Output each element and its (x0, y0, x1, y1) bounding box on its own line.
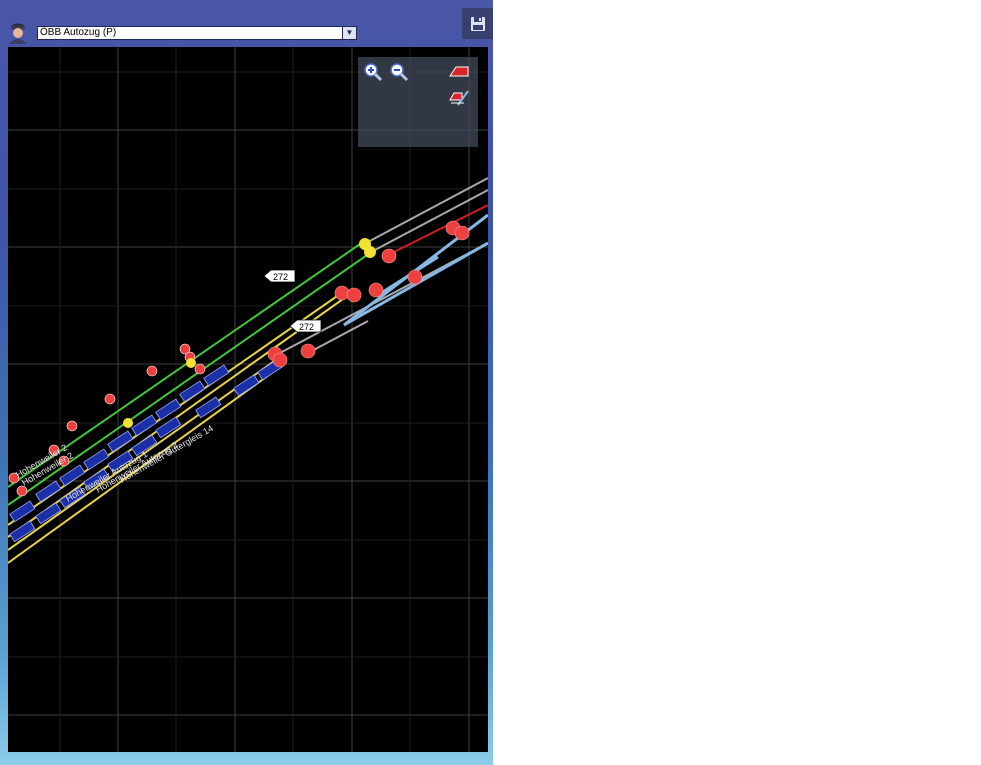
map-toolbar (358, 57, 478, 147)
zoom-in-icon[interactable] (363, 62, 383, 82)
floppy-disk-icon (470, 16, 485, 31)
track-monitor-panel: ÖBB Autozug (P) ▼ 272 272 Hohenweiler 2 … (0, 0, 493, 765)
train-selector-value: ÖBB Autozug (P) (40, 27, 117, 38)
zoom-out-icon[interactable] (389, 62, 409, 82)
train-selector-dropdown[interactable]: ÖBB Autozug (P) ▼ (37, 26, 357, 40)
save-button[interactable] (462, 8, 493, 39)
chevron-down-icon[interactable]: ▼ (342, 27, 356, 39)
track-tool-icon[interactable] (448, 88, 470, 108)
marker-label: 272 (299, 322, 314, 332)
track-map-canvas[interactable]: 272 272 Hohenweiler 2 Hohenweiler 2 Hohe… (8, 47, 488, 752)
marker-label: 272 (273, 272, 288, 282)
track-view-icon[interactable] (448, 62, 470, 82)
marker[interactable]: 272 (289, 319, 322, 333)
track-map[interactable]: 272 272 Hohenweiler 2 Hohenweiler 2 Hohe… (8, 47, 488, 752)
marker[interactable]: 272 (263, 269, 296, 283)
driver-icon[interactable] (6, 20, 30, 44)
